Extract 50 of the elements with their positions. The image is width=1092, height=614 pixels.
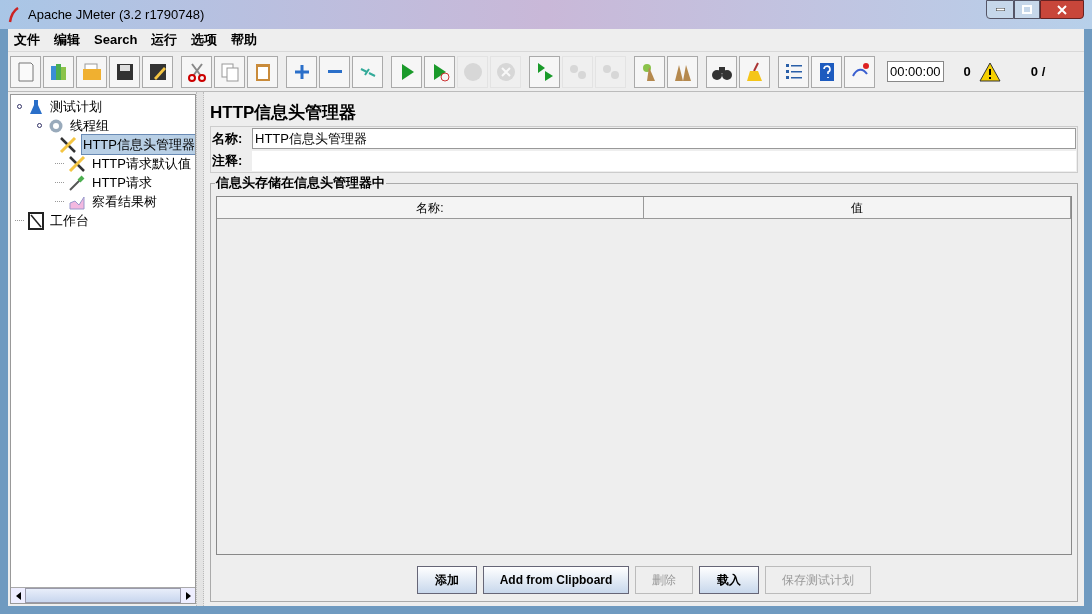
menu-item[interactable]: 编辑 [54,30,80,50]
horizontal-scrollbar[interactable] [11,587,195,603]
shutdown-icon [494,60,517,83]
thread-count: 0 / [1030,62,1046,81]
error-count: 0 [963,62,971,81]
workbench-icon [28,211,44,230]
action-button[interactable]: 载入 [699,566,760,594]
comment-field[interactable] [252,151,1076,171]
pipette-icon [68,173,86,192]
window-title: Apache JMeter (3.2 r1790748) [28,5,205,24]
menu-item[interactable]: 帮助 [231,30,258,50]
maximize-button[interactable] [1014,0,1040,19]
folder-icon [80,60,103,83]
column-header[interactable]: 值 [644,197,1071,219]
toolbar-button[interactable] [811,55,842,88]
tree-item[interactable]: HTTP信息头管理器 [81,133,195,156]
minimize-button[interactable] [986,0,1014,19]
feather-icon [8,6,20,23]
stop-icon [461,60,484,83]
close-icon [1057,4,1067,15]
wrench-screwdriver-icon [68,154,86,173]
maximize-icon [1022,5,1032,14]
copy-icon [218,60,241,83]
menu-item[interactable]: 文件 [14,30,40,50]
minimize-icon [995,8,1005,11]
close-button[interactable] [1040,0,1084,19]
elapsed-time-field: 00:00:00 [887,60,944,83]
name-field[interactable]: HTTP信息头管理器 [252,128,1076,149]
action-button[interactable]: Add from Clipboard [482,566,630,594]
action-button[interactable]: 添加 [416,566,477,594]
panel-title: HTTP信息头管理器 [210,102,358,124]
scroll-left-icon[interactable] [15,591,21,600]
warning-icon [978,61,1001,82]
tree-item[interactable]: 工作台 [48,209,91,232]
toolbar-button[interactable] [778,55,809,88]
field-label: 名称: [212,129,244,148]
toolbar-button[interactable] [142,55,173,88]
menu-item[interactable]: Search [94,30,138,50]
menu-item[interactable]: 选项 [191,30,218,50]
scroll-right-icon[interactable] [185,591,191,600]
minus-icon [327,70,342,73]
menu-item[interactable]: 运行 [151,30,178,50]
toolbar-button[interactable] [109,55,140,88]
flask-icon [28,98,44,115]
toolbar-button[interactable] [706,55,737,88]
toolbar-button[interactable] [181,55,212,88]
group-title: 信息头存储在信息头管理器中 [215,175,386,191]
field-label: 注释: [212,152,244,171]
column-header[interactable]: 名称: [217,197,644,219]
wrench-screwdriver-icon [59,135,77,154]
